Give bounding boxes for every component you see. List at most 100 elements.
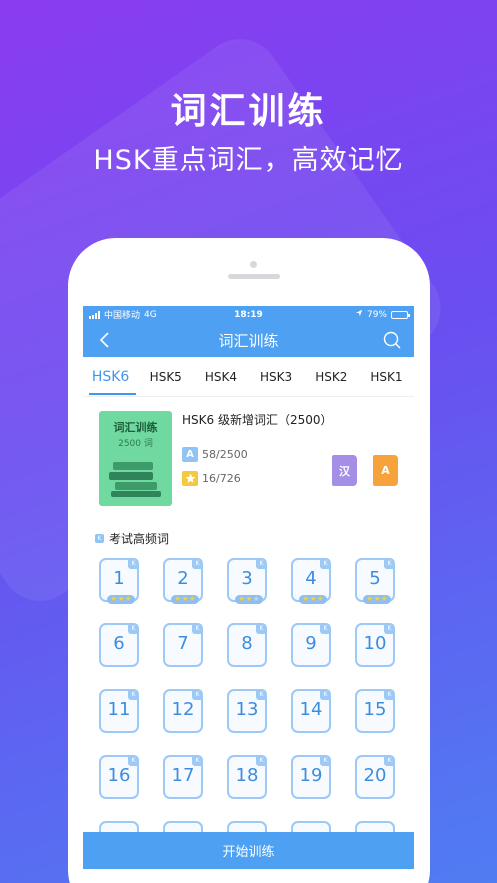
chevron-left-icon[interactable] — [95, 329, 115, 351]
promo-headline: 词汇训练 — [170, 91, 327, 132]
star-icon: ★ — [189, 595, 196, 603]
k-badge-icon: K — [256, 623, 267, 634]
unit-button[interactable]: 2 K ★ ★ ★ — [163, 558, 203, 604]
books-illustration — [109, 460, 163, 502]
unit-star-rating: ★ ★ ★ — [235, 595, 263, 604]
star-icon: ★ — [125, 595, 132, 603]
k-badge-icon: K — [256, 689, 267, 700]
k-badge-icon: K — [320, 755, 331, 766]
location-icon — [355, 309, 363, 320]
starred-count: 16/726 — [202, 472, 241, 485]
battery-icon — [391, 310, 410, 319]
phone-speaker — [228, 274, 280, 279]
k-badge-icon: K — [192, 689, 203, 700]
star-icon: ★ — [110, 595, 117, 603]
unit-button[interactable]: 15 K — [355, 689, 395, 733]
unit-button[interactable]: 12 K — [163, 689, 203, 733]
unit-star-rating: ★ ★ ★ — [363, 595, 391, 604]
k-badge-icon: K — [128, 755, 139, 766]
learned-stat: A 58/2500 — [182, 447, 248, 462]
k-badge-icon: K — [256, 755, 267, 766]
unit-button[interactable]: 6K — [99, 623, 139, 667]
unit-button[interactable]: 11 K — [99, 689, 139, 733]
unit-button[interactable]: 17 K — [163, 755, 203, 799]
section-title: 考试高频词 — [109, 532, 170, 546]
k-badge-icon: K — [384, 689, 395, 700]
k-badge-icon: K — [320, 689, 331, 700]
star-icon: ★ — [174, 595, 181, 603]
star-icon — [182, 471, 198, 486]
tab-hsk2[interactable]: HSK2 — [304, 357, 359, 397]
unit-button[interactable]: 18 K — [227, 755, 267, 799]
cover-title: 词汇训练 — [113, 421, 158, 434]
k-badge-icon: K — [320, 558, 331, 569]
star-icon: ★ — [309, 595, 317, 603]
star-icon: ★ — [381, 595, 388, 603]
level-tabs: HSK6 HSK5 HSK4 HSK3 HSK2 HSK1 — [83, 357, 414, 397]
k-badge-icon: K — [192, 558, 203, 569]
unit-button[interactable]: 14 K — [291, 689, 331, 733]
unit-button[interactable]: 9K — [291, 623, 331, 667]
tab-hsk4[interactable]: HSK4 — [193, 357, 248, 397]
star-icon: ★ — [317, 595, 324, 603]
tab-hsk6[interactable]: HSK6 — [83, 357, 138, 397]
tab-hsk5[interactable]: HSK5 — [138, 357, 193, 397]
unit-button[interactable]: 1 K ★ ★ ★ — [99, 558, 139, 604]
english-dictionary-button[interactable]: A — [373, 455, 398, 486]
unit-button[interactable]: 4 K ★ ★ ★ — [291, 558, 331, 604]
star-icon: ★ — [181, 595, 189, 603]
k-badge-icon: K — [384, 755, 395, 766]
k-badge-icon: K — [128, 689, 139, 700]
k-badge-icon: K — [95, 534, 104, 543]
unit-button[interactable]: 8K — [227, 623, 267, 667]
k-badge-icon: K — [384, 558, 395, 569]
k-badge-icon: K — [320, 623, 331, 634]
k-badge-icon: K — [256, 558, 267, 569]
chinese-dictionary-button[interactable]: 汉 — [332, 455, 357, 486]
unit-button[interactable]: 5 K ★ ★ ★ — [355, 558, 395, 604]
book-card[interactable]: 词汇训练 2500 词 HSK6 级新增词汇（2500） A 58/2500 1… — [83, 397, 414, 517]
unit-button[interactable]: 3 K ★ ★ ★ — [227, 558, 267, 604]
unit-star-rating: ★ ★ ★ — [107, 595, 135, 604]
carrier-label: 中国移动 — [104, 311, 141, 321]
k-badge-icon: K — [128, 558, 139, 569]
page-title: 词汇训练 — [218, 331, 279, 350]
unit-button[interactable]: 16 K — [99, 755, 139, 799]
star-icon: ★ — [117, 595, 125, 603]
unit-button[interactable]: 7K — [163, 623, 203, 667]
unit-button[interactable]: 10 K — [355, 623, 395, 667]
book-title: HSK6 级新增词汇（2500） — [182, 413, 333, 427]
cover-word-count: 2500 词 — [118, 439, 153, 449]
search-icon[interactable] — [382, 330, 402, 350]
font-a-icon: A — [182, 447, 198, 462]
starred-stat: 16/726 — [182, 471, 241, 486]
star-icon: ★ — [373, 595, 381, 603]
start-training-button[interactable]: 开始训练 — [83, 832, 414, 869]
unit-button[interactable]: 13 K — [227, 689, 267, 733]
k-badge-icon: K — [192, 623, 203, 634]
k-badge-icon: K — [192, 755, 203, 766]
tab-hsk1[interactable]: HSK1 — [359, 357, 414, 397]
signal-icon — [89, 310, 100, 319]
k-badge-icon: K — [128, 623, 139, 634]
unit-button[interactable]: 19 K — [291, 755, 331, 799]
star-icon: ★ — [245, 595, 253, 603]
k-badge-icon: K — [384, 623, 395, 634]
star-icon: ★ — [366, 595, 373, 603]
star-icon: ★ — [238, 595, 245, 603]
app-screen: 中国移动 4G 18:19 79% 词汇训练 HSK6 HSK5 HSK4 HSK3 H… — [83, 306, 414, 883]
network-label: 4G — [144, 309, 157, 320]
unit-star-rating: ★ ★ ★ — [299, 595, 327, 604]
section-header: K 考试高频词 — [95, 530, 169, 547]
nav-bar: 词汇训练 — [83, 323, 414, 357]
unit-star-rating: ★ ★ ★ — [171, 595, 199, 604]
learned-count: 58/2500 — [202, 448, 248, 461]
star-icon: ★ — [253, 595, 260, 603]
status-bar: 中国移动 4G 18:19 79% — [83, 306, 414, 323]
unit-button[interactable]: 20 K — [355, 755, 395, 799]
battery-percent: 79% — [366, 309, 387, 320]
phone-camera — [250, 261, 257, 268]
tab-hsk3[interactable]: HSK3 — [249, 357, 304, 397]
book-cover[interactable]: 词汇训练 2500 词 — [99, 411, 172, 506]
star-icon: ★ — [302, 595, 309, 603]
